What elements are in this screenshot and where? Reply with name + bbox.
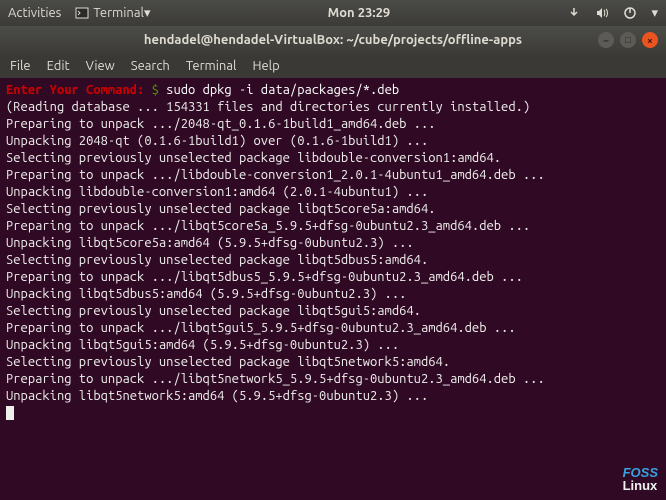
prompt-symbol: $ <box>144 83 166 97</box>
minimize-button[interactable]: – <box>598 32 614 48</box>
terminal-viewport[interactable]: Enter Your Command: $ sudo dpkg -i data/… <box>0 78 666 500</box>
power-icon[interactable] <box>623 6 637 20</box>
volume-icon[interactable] <box>595 6 609 20</box>
terminal-output: (Reading database ... 154331 files and d… <box>6 100 545 403</box>
menu-view[interactable]: View <box>86 59 115 73</box>
prompt-label: Enter Your Command: <box>6 83 144 97</box>
system-menu-chevron-icon[interactable]: ▾ <box>651 6 658 21</box>
menu-file[interactable]: File <box>10 59 31 73</box>
command-text: sudo dpkg -i data/packages/*.deb <box>166 83 399 97</box>
terminal-app-indicator[interactable]: Terminal ▾ <box>75 6 150 21</box>
network-icon[interactable] <box>567 6 581 20</box>
window-titlebar: hendadel@hendadel-VirtualBox: ~/cube/pro… <box>0 26 666 54</box>
watermark: FOSS Linux <box>623 466 658 492</box>
gnome-topbar: Activities Terminal ▾ Mon 23:29 ▾ <box>0 0 666 26</box>
clock[interactable]: Mon 23:29 <box>150 6 567 20</box>
cursor <box>6 406 14 420</box>
close-button[interactable]: × <box>642 32 658 48</box>
menu-terminal[interactable]: Terminal <box>186 59 237 73</box>
window-title: hendadel@hendadel-VirtualBox: ~/cube/pro… <box>8 33 658 47</box>
menu-help[interactable]: Help <box>252 59 279 73</box>
menu-search[interactable]: Search <box>131 59 170 73</box>
menu-edit[interactable]: Edit <box>47 59 70 73</box>
maximize-button[interactable]: □ <box>620 32 636 48</box>
menubar: File Edit View Search Terminal Help <box>0 54 666 78</box>
activities-button[interactable]: Activities <box>8 6 61 20</box>
